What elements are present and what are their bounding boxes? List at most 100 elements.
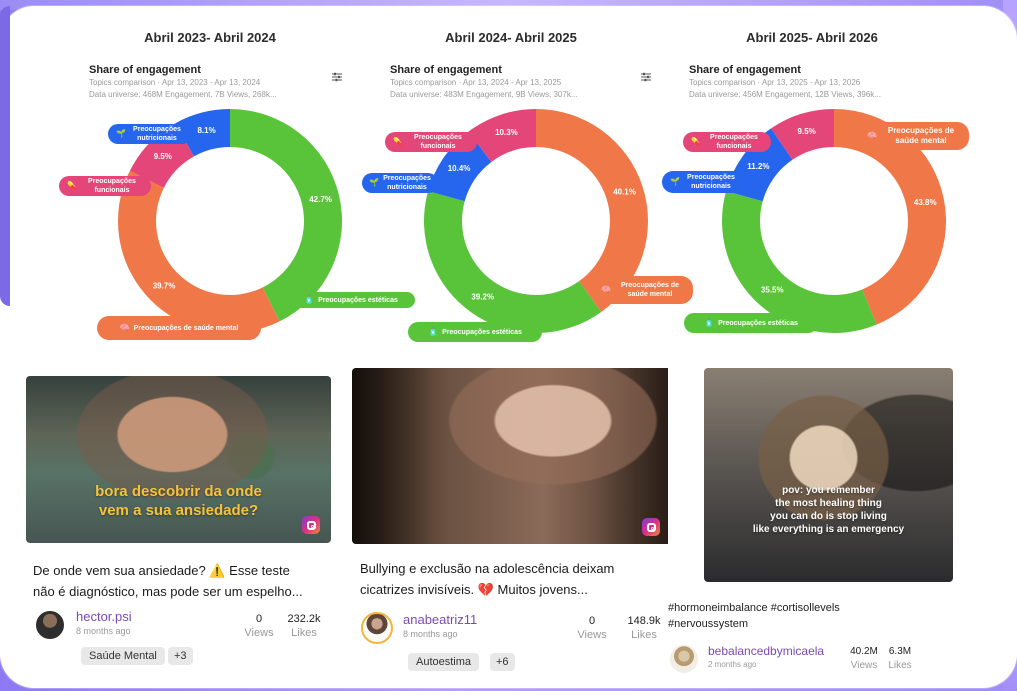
pill-icon: 💊: [691, 137, 701, 146]
hashtags-line-2: #nervoussystem: [668, 618, 749, 630]
likes-count: 6.3M: [888, 646, 912, 657]
hashtags: #hormoneimbalance #cortisollevels #nervo…: [668, 600, 918, 632]
legend-pill-nutricionais[interactable]: 🌱 Preocupações nutricionais: [662, 171, 746, 193]
caption-line-1: De onde vem sua ansiedade? ⚠️ Esse teste: [33, 563, 290, 578]
author-name[interactable]: hector.psi: [76, 609, 132, 625]
segment-value-label: 42.7%: [309, 195, 332, 204]
legend-pill-saude-mental[interactable]: 🧠 Preocupações de saúde mental: [97, 316, 261, 340]
pill-label: Preocupações funcionais: [88, 178, 136, 194]
pill-icon: 💊: [393, 137, 403, 146]
author-name[interactable]: bebalancedbymicaela: [708, 643, 824, 659]
sprout-icon: 🌱: [670, 177, 680, 186]
bottle-icon: 🧴: [428, 327, 439, 336]
views-label: Views: [577, 629, 607, 641]
share-title: Share of engagement: [390, 64, 502, 76]
legend-pill-funcionais[interactable]: 💊 Preocupações funcionais: [385, 132, 477, 152]
segment-value-label: 40.1%: [613, 188, 636, 197]
segment-value-label: 10.4%: [448, 164, 471, 173]
pill-icon: 💊: [67, 181, 77, 190]
chart-subtitle-block: Share of engagement Topics comparison · …: [689, 64, 929, 101]
legend-pill-esteticas[interactable]: 🧴 Preocupações estéticas: [408, 322, 542, 342]
range-text: Topics comparison · Apr 13, 2023 - Apr 1…: [89, 78, 261, 87]
more-tags-badge[interactable]: +6: [490, 653, 515, 671]
share-title: Share of engagement: [689, 64, 801, 76]
likes-label: Likes: [888, 660, 912, 671]
chart-panel-2: Abril 2024- Abril 2025 Share of engageme…: [346, 6, 693, 346]
legend-pill-esteticas[interactable]: 🧴 Preocupações estéticas: [684, 313, 818, 333]
range-text: Topics comparison · Apr 13, 2024 - Apr 1…: [390, 78, 562, 87]
donut-segment[interactable]: [722, 191, 877, 333]
pill-label: Preocupações funcionais: [414, 134, 462, 150]
topic-tag[interactable]: Saúde Mental: [81, 647, 165, 665]
segment-value-label: 10.3%: [495, 128, 518, 137]
legend-pill-funcionais[interactable]: 💊 Preocupações funcionais: [683, 132, 771, 152]
segment-value-label: 8.1%: [197, 126, 215, 135]
content-card[interactable]: Bullying e exclusão na adolescência deix…: [352, 368, 672, 678]
post-caption: Bullying e exclusão na adolescência deix…: [360, 558, 670, 600]
segment-value-label: 39.2%: [471, 292, 494, 301]
segment-value-label: 9.5%: [798, 127, 816, 136]
likes-stat: 148.9k Likes: [622, 614, 666, 642]
legend-pill-saude-mental[interactable]: 🧠 Preocupações de saúde mental: [859, 122, 969, 150]
post-time: 8 months ago: [76, 626, 131, 636]
author-name[interactable]: anabeatriz11: [403, 612, 477, 628]
post-time: 2 months ago: [708, 660, 757, 669]
segment-value-label: 43.8%: [914, 198, 937, 207]
author-block[interactable]: anabeatriz11 8 months ago: [361, 612, 477, 644]
chart-subtitle-block: Share of engagement Topics comparison · …: [390, 64, 630, 101]
overlay-text-line-2: vem a sua ansiedade?: [98, 502, 259, 519]
donut-segment[interactable]: [230, 109, 342, 322]
instagram-icon: [302, 516, 320, 534]
pill-label: Preocupações de saúde mental: [133, 324, 239, 332]
legend-pill-nutricionais[interactable]: 🌱 Preocupações nutricionais: [108, 124, 192, 144]
author-block[interactable]: hector.psi 8 months ago: [34, 609, 132, 641]
video-thumbnail[interactable]: bora descobrir da onde vem a sua ansieda…: [26, 376, 331, 543]
sprout-icon: 🌱: [369, 178, 380, 187]
bottle-icon: 🧴: [704, 318, 715, 327]
avatar[interactable]: [361, 612, 393, 644]
segment-value-label: 35.5%: [761, 286, 784, 295]
topic-tag[interactable]: Autoestima: [408, 653, 480, 671]
views-stat: 0 Views: [575, 614, 609, 642]
pill-label: Preocupações estéticas: [442, 328, 522, 336]
overlay-line-2: the most healing thing: [775, 498, 882, 509]
chart-panel-3: Abril 2025- Abril 2026 Share of engageme…: [647, 6, 977, 346]
chart-panel-title: Abril 2023- Abril 2024: [144, 30, 276, 45]
caption-line-2: não é diagnóstico, mas pode ser um espel…: [33, 584, 303, 599]
face-shadow: [352, 368, 671, 544]
sprout-icon: 🌱: [116, 129, 126, 138]
chart-panel-1: Abril 2023- Abril 2024 Share of engageme…: [45, 6, 415, 346]
legend-pill-funcionais[interactable]: 💊 Preocupações funcionais: [59, 176, 151, 196]
views-count: 40.2M: [850, 646, 878, 657]
donut-segment[interactable]: [424, 191, 602, 333]
left-accent-edge: [0, 6, 10, 306]
likes-count: 148.9k: [627, 615, 661, 627]
author-meta: hector.psi 8 months ago: [76, 609, 132, 637]
video-thumbnail[interactable]: [352, 368, 671, 544]
views-label: Views: [850, 660, 878, 671]
universe-text: Data universe: 483M Engagement, 9B Views…: [390, 90, 578, 99]
bottle-icon: 🧴: [304, 295, 315, 304]
caption-line-2: cicatrizes invisíveis. 💔 Muitos jovens..…: [360, 582, 588, 597]
likes-stat: 232.2k Likes: [284, 612, 324, 640]
views-label: Views: [244, 627, 274, 639]
sliders-icon[interactable]: [331, 69, 343, 82]
main-canvas: Abril 2023- Abril 2024 Share of engageme…: [0, 6, 1017, 688]
face-shadow: [704, 368, 953, 582]
author-block[interactable]: bebalancedbymicaela 2 months ago: [668, 643, 824, 675]
video-thumbnail[interactable]: pov: you remember the most healing thing…: [704, 368, 953, 582]
more-tags-badge[interactable]: +3: [168, 647, 193, 665]
likes-label: Likes: [631, 629, 657, 641]
instagram-icon: [642, 518, 660, 536]
universe-text: Data universe: 456M Engagement, 12B View…: [689, 90, 881, 99]
author-meta: bebalancedbymicaela 2 months ago: [708, 643, 824, 671]
segment-value-label: 9.5%: [154, 152, 172, 161]
legend-pill-nutricionais[interactable]: 🌱 Preocupações nutricionais: [362, 173, 438, 193]
overlay-line-4: like everything is an emergency: [752, 524, 905, 535]
share-title: Share of engagement: [89, 64, 201, 76]
content-card[interactable]: pov: you remember the most healing thing…: [668, 368, 968, 678]
avatar[interactable]: [668, 643, 700, 675]
avatar[interactable]: [34, 609, 66, 641]
content-card[interactable]: bora descobrir da onde vem a sua ansieda…: [26, 376, 332, 676]
pill-label: Preocupações estéticas: [718, 319, 798, 327]
